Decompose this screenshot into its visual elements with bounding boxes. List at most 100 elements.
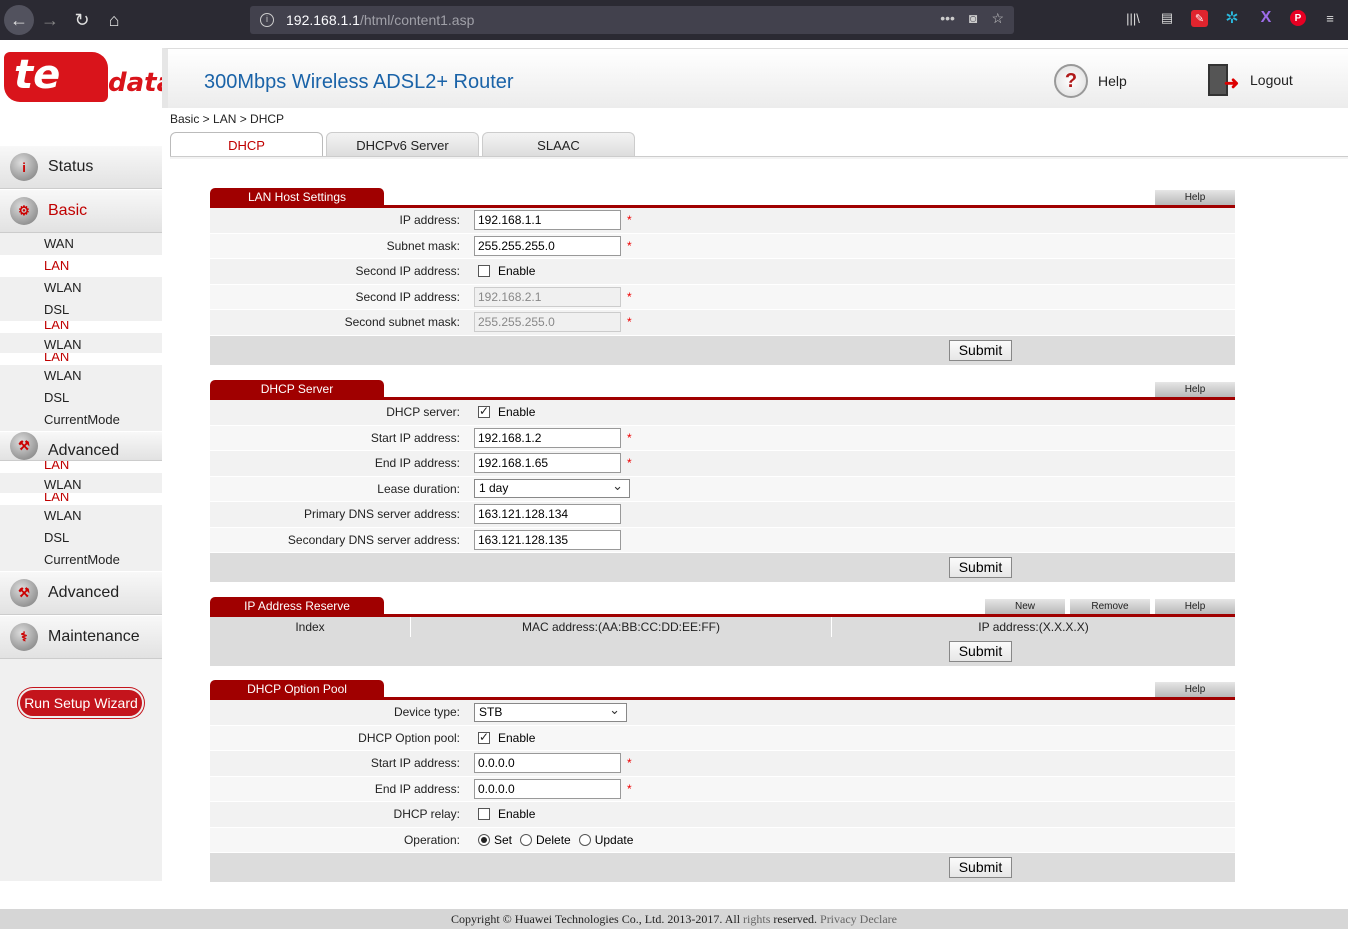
menu-icon[interactable]: ≡ — [1320, 8, 1340, 28]
dhcp-server-panel: DHCP Server Help DHCP server: Enable Star… — [210, 380, 1235, 582]
sidebar-item-label: Basic — [48, 202, 88, 219]
sidebar-item-advanced-2[interactable]: ⚒ Advanced — [0, 571, 162, 615]
field-label: DHCP relay: — [393, 807, 460, 822]
sidebar-subitem-wlan-ghost[interactable]: WLAN — [0, 333, 162, 353]
site-info-icon[interactable]: i — [260, 13, 274, 27]
back-icon[interactable]: ← — [4, 5, 34, 35]
sidebar-subitem-wan[interactable]: WAN — [0, 233, 162, 255]
operation-set-radio[interactable] — [478, 833, 490, 846]
sidebar-subitem-lan[interactable]: LAN — [0, 255, 162, 277]
sidebar-subitem-dsl-2[interactable]: DSL — [0, 387, 162, 409]
pocket-icon[interactable]: ◙ — [969, 10, 977, 27]
breadcrumb: Basic > LAN > DHCP — [170, 112, 285, 126]
ip-reserve-new-button[interactable]: New — [985, 599, 1065, 614]
field-label: DHCP server: — [386, 405, 460, 420]
lease-duration-select[interactable]: 1 day — [474, 477, 630, 499]
sidebar-item-advanced[interactable]: ⚒ Advanced — [0, 431, 162, 461]
gear-icon: ⚙ — [10, 197, 38, 225]
reload-icon[interactable]: ↻ — [66, 4, 98, 36]
second-subnet-mask-input[interactable]: 255.255.255.0 — [474, 312, 621, 333]
ip-reserve-remove-button[interactable]: Remove — [1070, 599, 1150, 614]
field-label: Subnet mask: — [386, 238, 460, 253]
bookmark-star-icon[interactable]: ☆ — [991, 10, 1004, 27]
lan-host-submit-button[interactable]: Submit — [949, 339, 1012, 361]
submit-bar: Submit — [210, 637, 1235, 666]
operation-delete-radio[interactable] — [520, 833, 533, 846]
radio-label: Update — [594, 832, 634, 847]
secondary-dns-input[interactable]: 163.121.128.135 — [474, 529, 621, 550]
option-pool-enable-checkbox[interactable] — [478, 730, 490, 744]
start-ip-input[interactable]: 192.168.1.2 — [474, 427, 621, 448]
sidebar-subitem-wlan[interactable]: WLAN — [0, 277, 162, 299]
sidebar-subitem-currentmode-2[interactable]: CurrentMode — [0, 549, 162, 571]
required-mark: * — [627, 213, 632, 228]
extension-red-icon[interactable]: ✎ — [1191, 9, 1208, 27]
checkbox-label: Enable — [498, 405, 536, 420]
sidebar-subitem-wlan-3[interactable]: WLAN — [0, 473, 162, 493]
dhcp-relay-enable-checkbox[interactable] — [478, 808, 490, 821]
tab-dhcpv6-server[interactable]: DHCPv6 Server — [326, 132, 479, 157]
reserve-table-header: Index MAC address:(AA:BB:CC:DD:EE:FF) IP… — [210, 617, 1235, 637]
sidebar-item-label: Status — [48, 158, 94, 175]
pinterest-icon[interactable]: P — [1290, 10, 1306, 26]
sidebar-subitem-wlan-4[interactable]: WLAN — [0, 505, 162, 527]
sidebar-subitem-lan-ghost[interactable]: LAN — [0, 321, 162, 333]
advanced-icon: ⚒ — [10, 432, 38, 460]
sidebar-icon[interactable]: ▤ — [1157, 8, 1177, 28]
subnet-mask-input[interactable]: 255.255.255.0 — [474, 235, 621, 256]
header-help-button[interactable]: ? Help — [1054, 64, 1127, 98]
forward-icon[interactable]: → — [34, 4, 66, 36]
field-label: Lease duration: — [377, 481, 460, 496]
tab-slaac[interactable]: SLAAC — [482, 132, 635, 157]
run-setup-wizard-button[interactable]: Run Setup Wizard — [18, 688, 144, 718]
help-label: Help — [1098, 73, 1127, 89]
sidebar-subitem-wlan-2[interactable]: WLAN — [0, 365, 162, 387]
sidebar-subitem-dsl-3[interactable]: DSL — [0, 527, 162, 549]
home-icon[interactable]: ⌂ — [98, 4, 130, 36]
option-end-ip-input[interactable]: 0.0.0.0 — [474, 778, 621, 799]
checkbox-label: Enable — [498, 264, 536, 279]
submit-bar: Submit — [210, 553, 1235, 582]
required-mark: * — [627, 430, 632, 445]
library-icon[interactable]: |||\ — [1123, 8, 1143, 28]
device-type-select[interactable]: STB — [474, 701, 627, 722]
column-header-mac: MAC address:(AA:BB:CC:DD:EE:FF) — [411, 617, 832, 637]
option-pool-help-button[interactable]: Help — [1155, 682, 1235, 697]
option-pool-submit-button[interactable]: Submit — [949, 857, 1012, 878]
panel-header: DHCP Server Help — [210, 380, 1235, 400]
privacy-declare-link[interactable]: Privacy Declare — [820, 912, 897, 926]
dhcp-server-help-button[interactable]: Help — [1155, 382, 1235, 397]
ip-reserve-submit-button[interactable]: Submit — [949, 641, 1012, 662]
sidebar-subitem-currentmode[interactable]: CurrentMode — [0, 409, 162, 431]
extension-gear-icon[interactable]: ✲ — [1222, 8, 1242, 28]
dhcp-server-enable-checkbox[interactable] — [478, 404, 490, 419]
second-ip-address-input[interactable]: 192.168.2.1 — [474, 286, 621, 307]
sidebar-item-label: Maintenance — [48, 628, 140, 645]
required-mark: * — [627, 756, 632, 771]
ip-reserve-help-button[interactable]: Help — [1155, 599, 1235, 614]
option-start-ip-input[interactable]: 0.0.0.0 — [474, 753, 621, 774]
address-bar[interactable]: i 192.168.1.1/html/content1.asp ••• ◙ ☆ — [250, 6, 1014, 34]
logout-button[interactable]: ➜ Logout — [1208, 64, 1293, 96]
sidebar-subitem-dsl[interactable]: DSL — [0, 299, 162, 321]
lan-host-help-button[interactable]: Help — [1155, 190, 1235, 205]
primary-dns-input[interactable]: 163.121.128.134 — [474, 504, 621, 525]
sidebar-subitem-lan-3[interactable]: LAN — [0, 461, 162, 473]
panel-title: DHCP Option Pool — [210, 680, 384, 698]
tab-dhcp[interactable]: DHCP — [170, 132, 323, 157]
operation-update-radio[interactable] — [578, 833, 591, 846]
sidebar-subitem-lan-4[interactable]: LAN — [0, 493, 162, 505]
sidebar-subitem-lan-ghost2[interactable]: LAN — [0, 353, 162, 365]
page-actions-icon[interactable]: ••• — [940, 10, 955, 27]
sidebar-item-maintenance[interactable]: ⚕ Maintenance — [0, 615, 162, 659]
field-label: Second IP address: — [355, 264, 460, 279]
second-ip-enable-checkbox[interactable] — [478, 265, 490, 278]
dhcp-server-submit-button[interactable]: Submit — [949, 557, 1012, 578]
page-header: 300Mbps Wireless ADSL2+ Router ? Help ➜ … — [162, 48, 1348, 108]
sidebar-item-status[interactable]: i Status — [0, 145, 162, 189]
ip-address-input[interactable]: 192.168.1.1 — [474, 210, 621, 231]
sidebar-item-basic[interactable]: ⚙ Basic — [0, 189, 162, 233]
status-icon: i — [10, 153, 38, 181]
extension-x-icon[interactable]: X — [1256, 8, 1276, 28]
end-ip-input[interactable]: 192.168.1.65 — [474, 453, 621, 474]
